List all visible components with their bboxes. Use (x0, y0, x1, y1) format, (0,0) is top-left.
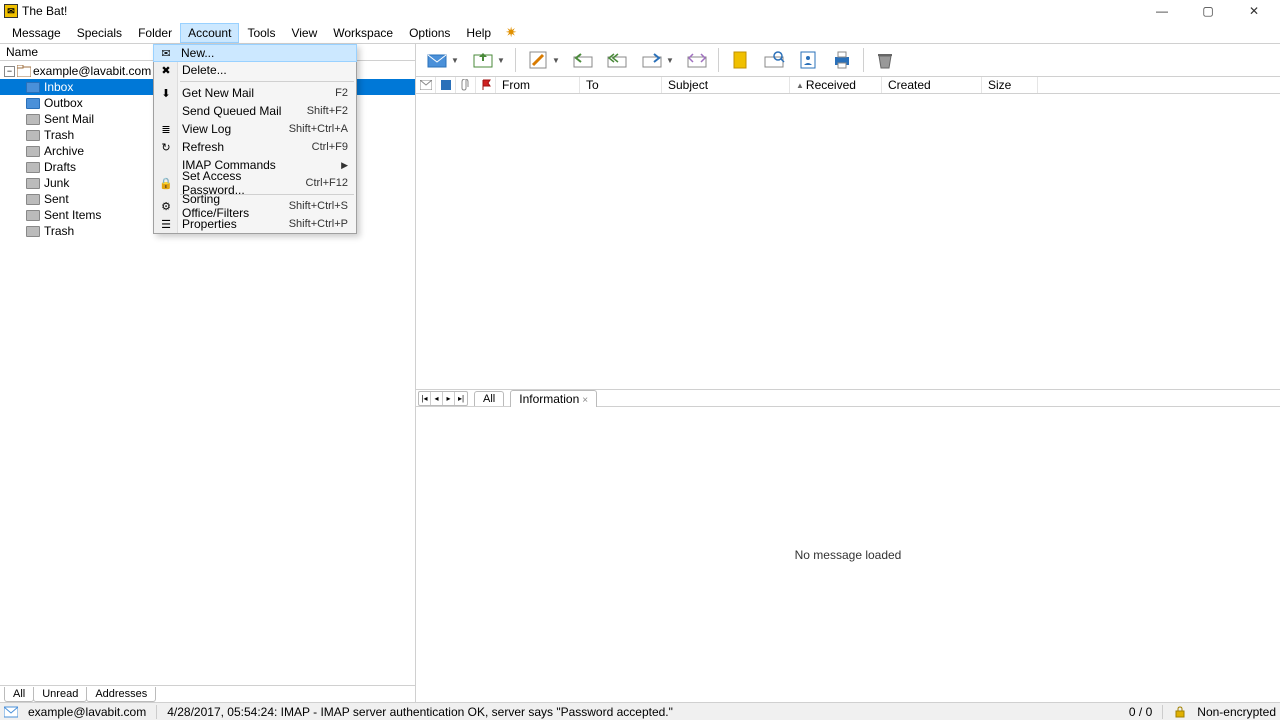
account-icon (4, 706, 18, 718)
close-icon[interactable]: × (582, 395, 588, 406)
menu-view[interactable]: View (283, 23, 325, 43)
blank-icon (158, 103, 174, 119)
col-from[interactable]: From (496, 77, 580, 93)
col-flag-icon[interactable] (476, 77, 496, 93)
menu-item-view-log[interactable]: ≣View LogShift+Ctrl+A (154, 120, 356, 138)
menu-specials[interactable]: Specials (69, 23, 130, 43)
col-size[interactable]: Size (982, 77, 1038, 93)
menu-folder[interactable]: Folder (130, 23, 180, 43)
titlebar: ✉ The Bat! — ▢ ✕ (0, 0, 1280, 22)
menu-item-refresh[interactable]: ↻RefreshCtrl+F9 (154, 138, 356, 156)
menu-tools[interactable]: Tools (239, 23, 283, 43)
account-label: example@lavabit.com (33, 64, 151, 78)
col-attachment-icon[interactable] (456, 77, 476, 93)
tree-toggle-icon[interactable]: − (4, 66, 15, 77)
window-title: The Bat! (22, 4, 1148, 18)
get-icon: ⬇ (158, 85, 174, 101)
blank-icon (158, 157, 174, 173)
menubar: Message Specials Folder Account Tools Vi… (0, 22, 1280, 44)
preview-nav: |◂ ◂ ▸ ▸| (418, 391, 468, 406)
preview-empty-text: No message loaded (795, 548, 902, 562)
folder-icon (26, 146, 40, 157)
status-log: 4/28/2017, 05:54:24: IMAP - IMAP server … (167, 705, 673, 719)
folder-icon (26, 114, 40, 125)
col-to[interactable]: To (580, 77, 662, 93)
submenu-arrow-icon: ▶ (341, 160, 348, 171)
close-button[interactable]: ✕ (1240, 1, 1268, 21)
nav-first-button[interactable]: |◂ (419, 392, 431, 405)
minimize-button[interactable]: — (1148, 1, 1176, 21)
preview-tabs: |◂ ◂ ▸ ▸| All Information× (416, 389, 1280, 407)
preview-tab-all[interactable]: All (474, 391, 504, 406)
log-icon: ≣ (158, 121, 174, 137)
filters-icon: ⚙ (158, 198, 174, 214)
status-account: example@lavabit.com (28, 705, 146, 719)
outbox-icon (26, 98, 40, 109)
props-icon: ☰ (158, 216, 174, 232)
menu-options[interactable]: Options (401, 23, 458, 43)
statusbar: example@lavabit.com 4/28/2017, 05:54:24:… (0, 702, 1280, 720)
folder-icon (26, 178, 40, 189)
menu-workspace[interactable]: Workspace (325, 23, 401, 43)
menu-account[interactable]: Account (180, 23, 239, 43)
col-received[interactable]: ▲Received (790, 77, 882, 93)
menu-item-get-new-mail[interactable]: ⬇Get New MailF2 (154, 84, 356, 102)
menu-item-properties[interactable]: ☰PropertiesShift+Ctrl+P (154, 215, 356, 233)
menu-item-send-queued-mail[interactable]: Send Queued MailShift+F2 (154, 102, 356, 120)
preview-tab-information[interactable]: Information× (510, 390, 597, 407)
menu-item-delete[interactable]: ✖Delete... (154, 61, 356, 79)
col-status-icon[interactable] (436, 77, 456, 93)
folder-icon (26, 210, 40, 221)
trash-icon (26, 130, 40, 141)
lock-icon: 🔒 (158, 175, 174, 191)
lock-icon (1173, 706, 1187, 718)
new-icon: ✉ (158, 45, 174, 61)
refresh-icon: ↻ (158, 139, 174, 155)
tab-addresses[interactable]: Addresses (86, 687, 156, 702)
tab-all[interactable]: All (4, 687, 34, 702)
menu-item-new[interactable]: ✉New... (153, 44, 357, 62)
trash-icon (26, 226, 40, 237)
app-icon: ✉ (4, 4, 18, 18)
col-created[interactable]: Created (882, 77, 982, 93)
nav-last-button[interactable]: ▸| (455, 392, 467, 405)
preview-pane: No message loaded (416, 407, 1280, 702)
sidebar-tabs: All Unread Addresses (0, 685, 415, 702)
message-list[interactable] (416, 94, 1280, 389)
maximize-button[interactable]: ▢ (1194, 1, 1222, 21)
col-envelope-icon[interactable] (416, 77, 436, 93)
folder-icon (26, 194, 40, 205)
message-list-header: From To Subject ▲Received Created Size (416, 77, 1280, 94)
nav-next-button[interactable]: ▸ (443, 392, 455, 405)
tab-unread[interactable]: Unread (33, 687, 87, 702)
col-subject[interactable]: Subject (662, 77, 790, 93)
account-dropdown: ✉New...✖Delete... ⬇Get New MailF2Send Que… (153, 44, 357, 234)
nav-prev-button[interactable]: ◂ (431, 392, 443, 405)
menu-message[interactable]: Message (4, 23, 69, 43)
sort-asc-icon: ▲ (796, 81, 804, 90)
gear-icon[interactable]: ✷ (503, 25, 519, 41)
menu-item-set-access-password[interactable]: 🔒Set Access Password...Ctrl+F12 (154, 174, 356, 192)
status-encryption: Non-encrypted (1197, 705, 1276, 719)
folder-icon (26, 162, 40, 173)
delete-icon: ✖ (158, 62, 174, 78)
status-counter: 0 / 0 (1129, 705, 1152, 719)
inbox-icon (26, 82, 40, 93)
menu-item-sorting-office-filters[interactable]: ⚙Sorting Office/FiltersShift+Ctrl+S (154, 197, 356, 215)
menu-help[interactable]: Help (458, 23, 499, 43)
